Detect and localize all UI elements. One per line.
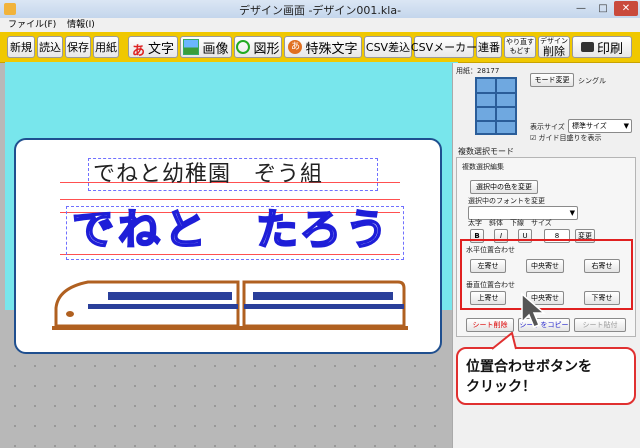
design-delete-label-bottom: 削除 [543,44,565,58]
font-style-labels: 太字 斜体 下線 サイズ [468,219,552,227]
checkbox-checked-icon: ☑ [530,134,537,142]
open-button[interactable]: 読込 [37,36,63,58]
shape-button-label: 図形 [253,41,280,57]
minimize-button[interactable]: — [570,1,592,16]
printer-icon [580,42,594,52]
shape-button[interactable]: 図形 [234,36,282,58]
sheet-paste-button[interactable]: シート貼付 [574,318,626,332]
callout-pointer [491,332,517,350]
csv-insert-button[interactable]: CSV差込 [364,36,412,58]
menu-file[interactable]: ファイル(F) [8,20,56,30]
serial-number-button[interactable]: 連番 [476,36,502,58]
paper-code-label: 用紙：28177 [456,67,500,75]
title-bar: デザイン画面 -デザイン001.kla- — □ ✕ [0,0,640,19]
print-button[interactable]: 印刷 [572,36,632,58]
preview-divider [477,92,515,94]
text-button[interactable]: あ 文字 [128,36,178,59]
change-color-button[interactable]: 選択中の色を変更 [470,180,538,194]
image-button[interactable]: 画像 [180,36,232,58]
multi-select-mode-tab[interactable]: 複数選択モード [458,146,514,157]
paper-button[interactable]: 用紙 [93,36,119,58]
mode-value: シングル [578,77,606,85]
new-button[interactable]: 新規 [7,36,35,58]
display-size-value: 標準サイズ [572,122,607,130]
workspace-grid-bottom [5,356,445,448]
preview-divider [477,106,515,108]
save-button[interactable]: 保存 [65,36,91,58]
guide-checkbox-row[interactable]: ☑ ガイド目盛りを表示 [530,133,602,143]
sheet-layout-preview[interactable] [475,77,517,135]
mouse-cursor-icon [521,292,547,328]
callout-line-2: クリック！ [466,379,536,395]
special-text-icon: あ [288,40,303,54]
chevron-down-icon: ▼ [569,209,575,217]
display-size-label: 表示サイズ [530,123,565,131]
sheet-delete-button[interactable]: シート削除 [466,318,514,332]
circle-shape-icon [236,40,251,54]
maximize-button[interactable]: □ [592,1,614,16]
text-button-label: 文字 [148,41,175,57]
print-button-label: 印刷 [596,41,623,57]
window-title: デザイン画面 -デザイン001.kla- [238,4,402,17]
font-change-label: 選択中のフォントを変更 [468,197,545,205]
special-text-button-label: 特殊文字 [305,41,358,57]
design-delete-button[interactable]: デザイン 削除 [538,36,570,58]
canvas-caption-text[interactable]: でねと幼稚園 ぞう組 [93,156,323,188]
callout-line-1: 位置合わせボタンを [466,359,592,375]
undo-redo-button[interactable]: やり直す もどす [504,36,536,58]
csv-maker-button[interactable]: CSVメーカー [411,36,477,58]
toolbar: 新規 読込 保存 用紙 あ 文字 画像 図形 あ 特殊文字 CSV差込 CSVメ… [0,32,640,63]
special-text-button[interactable]: あ 特殊文字 [284,36,362,58]
multi-edit-group-label: 複数選択編集 [462,163,504,171]
canvas-name-text[interactable]: でねと たろう [71,196,391,257]
menu-bar: ファイル(F) 情報(I) [0,18,640,32]
redo-label: やり直す [506,38,534,46]
text-icon: あ [131,44,145,59]
menu-info[interactable]: 情報(I) [67,20,95,30]
image-button-label: 画像 [202,41,229,57]
undo-label: もどす [509,47,531,55]
mode-change-button[interactable]: モード変更 [530,73,574,87]
chevron-down-icon: ▼ [623,122,629,130]
preview-divider [477,120,515,122]
guide-checkbox-label: ガイド目盛りを表示 [538,134,602,142]
callout-text: 位置合わせボタンを クリック！ [466,357,592,397]
instruction-callout: 位置合わせボタンを クリック！ [456,347,636,405]
close-button[interactable]: ✕ [614,1,638,16]
display-size-select[interactable]: 標準サイズ ▼ [568,119,632,133]
image-icon [183,39,200,55]
train-illustration[interactable] [48,268,418,338]
